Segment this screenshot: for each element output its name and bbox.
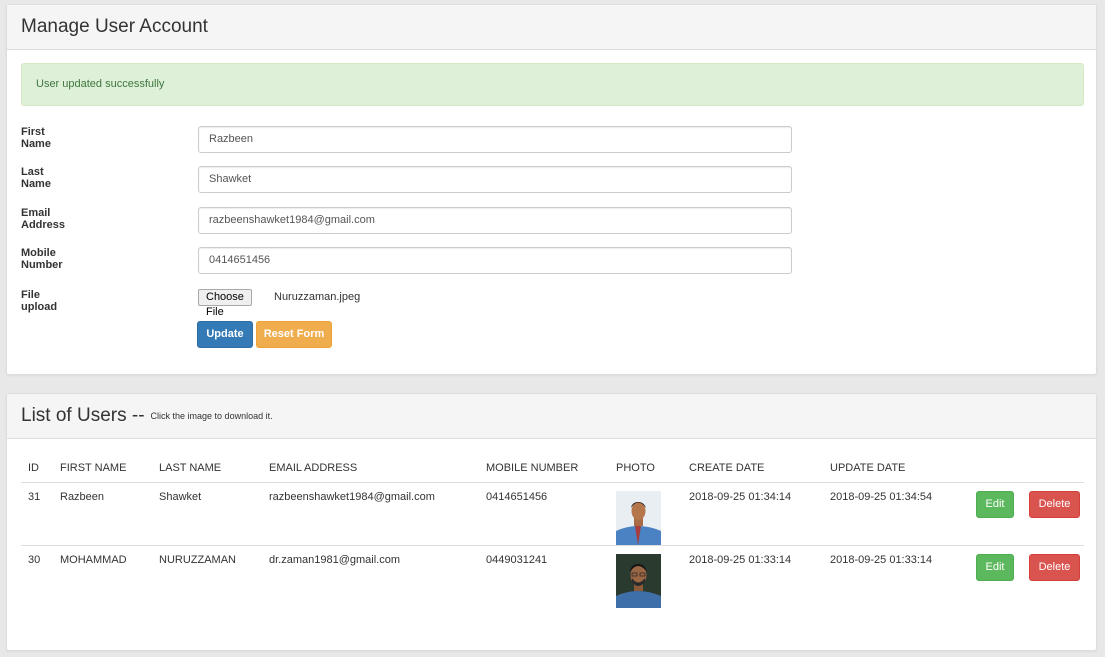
success-alert: User updated successfully bbox=[21, 63, 1084, 106]
cell-email: dr.zaman1981@gmail.com bbox=[269, 554, 401, 566]
user-photo[interactable] bbox=[616, 554, 661, 608]
cell-create-date: 2018-09-25 01:33:14 bbox=[689, 554, 792, 566]
column-header: CREATE DATE bbox=[682, 454, 823, 483]
cell-id: 31 bbox=[21, 482, 53, 546]
column-header: UPDATE DATE bbox=[823, 454, 965, 483]
cell-mobile: 0414651456 bbox=[479, 482, 609, 546]
user-photo[interactable] bbox=[616, 491, 661, 545]
column-header-actions bbox=[965, 454, 1084, 483]
users-list-panel: List of Users -- Click the image to down… bbox=[6, 393, 1097, 651]
users-table: ID FIRST NAME LAST NAME EMAIL ADDRESS MO… bbox=[21, 454, 1084, 608]
download-hint: Click the image to download it. bbox=[150, 411, 273, 421]
cell-id: 30 bbox=[28, 554, 41, 566]
page-title: Manage User Account bbox=[21, 16, 208, 37]
cell-update-date: 2018-09-25 01:34:54 bbox=[823, 482, 965, 546]
table-header-row: ID FIRST NAME LAST NAME EMAIL ADDRESS MO… bbox=[21, 454, 1084, 483]
edit-button[interactable]: Edit bbox=[976, 491, 1014, 518]
cell-update-date: 2018-09-25 01:33:14 bbox=[830, 554, 933, 566]
cell-first-name: MOHAMMAD bbox=[60, 554, 127, 566]
cell-last-name: NURUZZAMAN bbox=[159, 554, 236, 566]
cell-actions: Edit Delete bbox=[965, 546, 1084, 609]
users-list-heading: List of Users -- Click the image to down… bbox=[7, 394, 1096, 439]
cell-last-name: Shawket bbox=[152, 482, 262, 546]
table-row: 31 Razbeen Shawket razbeenshawket1984@gm… bbox=[21, 482, 1084, 546]
choose-file-button[interactable]: Choose File bbox=[198, 289, 252, 318]
table-row: 30 MOHAMMAD NURUZZAMAN dr.zaman1981@gmai… bbox=[21, 546, 1084, 609]
delete-button[interactable]: Delete bbox=[1029, 491, 1080, 518]
manage-user-panel: Manage User Account User updated success… bbox=[6, 4, 1097, 375]
cell-first-name: Razbeen bbox=[53, 482, 152, 546]
mobile-label: Mobile Number bbox=[21, 247, 63, 271]
reset-form-button[interactable]: Reset Form bbox=[256, 321, 332, 348]
cell-photo bbox=[609, 482, 682, 546]
email-input[interactable]: razbeenshawket1984@gmail.com bbox=[198, 207, 792, 234]
column-header: PHOTO bbox=[609, 454, 682, 483]
email-label: Email Address bbox=[21, 207, 66, 231]
cell-actions: Edit Delete bbox=[965, 482, 1084, 546]
cell-mobile: 0449031241 bbox=[486, 554, 548, 566]
update-button[interactable]: Update bbox=[197, 321, 253, 348]
column-header: FIRST NAME bbox=[53, 454, 152, 483]
column-header: LAST NAME bbox=[152, 454, 262, 483]
column-header: MOBILE NUMBER bbox=[479, 454, 609, 483]
cell-create-date: 2018-09-25 01:34:14 bbox=[682, 482, 823, 546]
column-header: EMAIL ADDRESS bbox=[262, 454, 479, 483]
first-name-input[interactable]: Razbeen bbox=[198, 126, 792, 153]
edit-button[interactable]: Edit bbox=[976, 554, 1014, 581]
users-list-title: List of Users -- bbox=[21, 405, 145, 426]
file-upload-label: File upload bbox=[21, 289, 58, 313]
selected-file-name: Nuruzzaman.jpeg bbox=[274, 291, 361, 303]
cell-photo bbox=[609, 546, 682, 608]
manage-user-heading: Manage User Account bbox=[7, 5, 1096, 50]
delete-button[interactable]: Delete bbox=[1029, 554, 1080, 581]
mobile-input[interactable]: 0414651456 bbox=[198, 247, 792, 274]
first-name-label: First Name bbox=[21, 126, 51, 150]
column-header: ID bbox=[21, 454, 53, 483]
last-name-label: Last Name bbox=[21, 166, 51, 190]
last-name-input[interactable]: Shawket bbox=[198, 166, 792, 193]
cell-email: razbeenshawket1984@gmail.com bbox=[262, 482, 479, 546]
